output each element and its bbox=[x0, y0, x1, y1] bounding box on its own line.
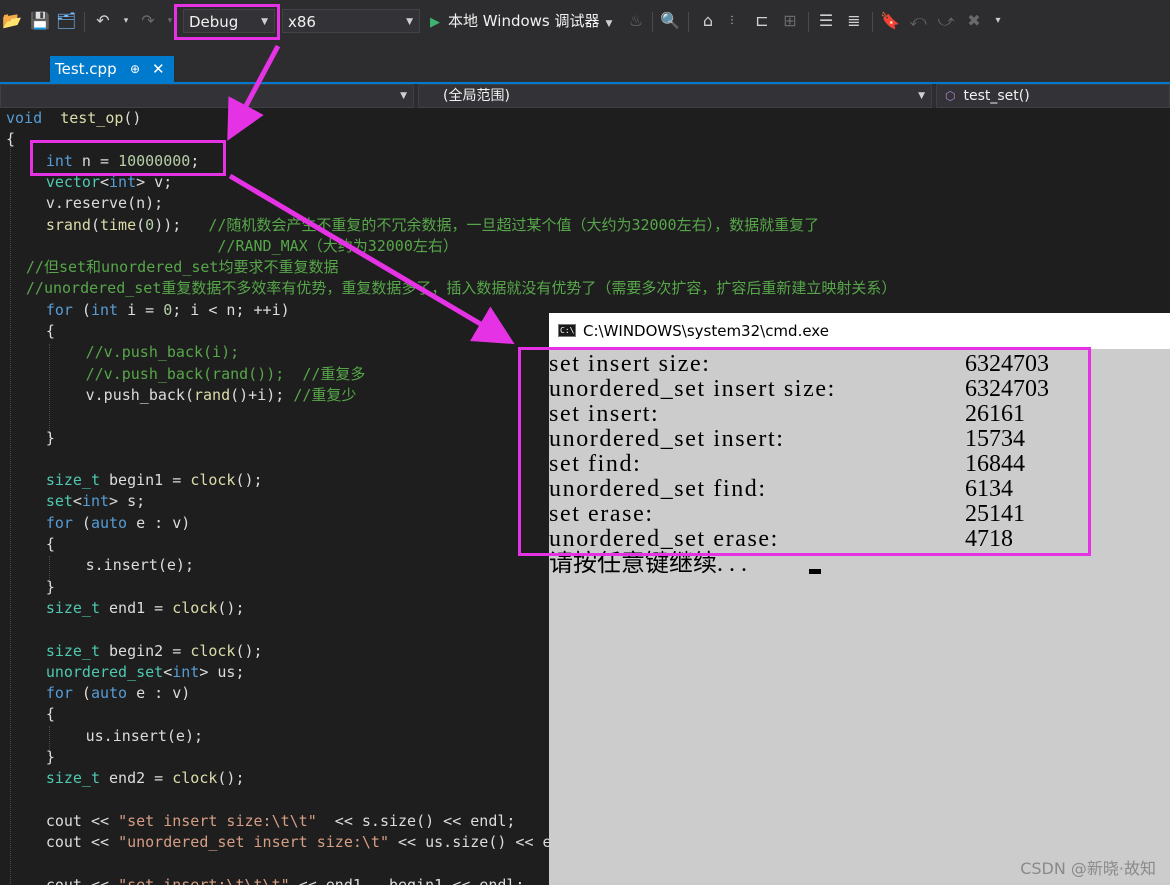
arrow-debug-to-int bbox=[227, 44, 281, 141]
watermark: CSDN @新晓·故知 bbox=[1020, 859, 1156, 878]
arrow-int-to-output bbox=[228, 173, 515, 345]
annotation-arrows bbox=[227, 44, 515, 345]
